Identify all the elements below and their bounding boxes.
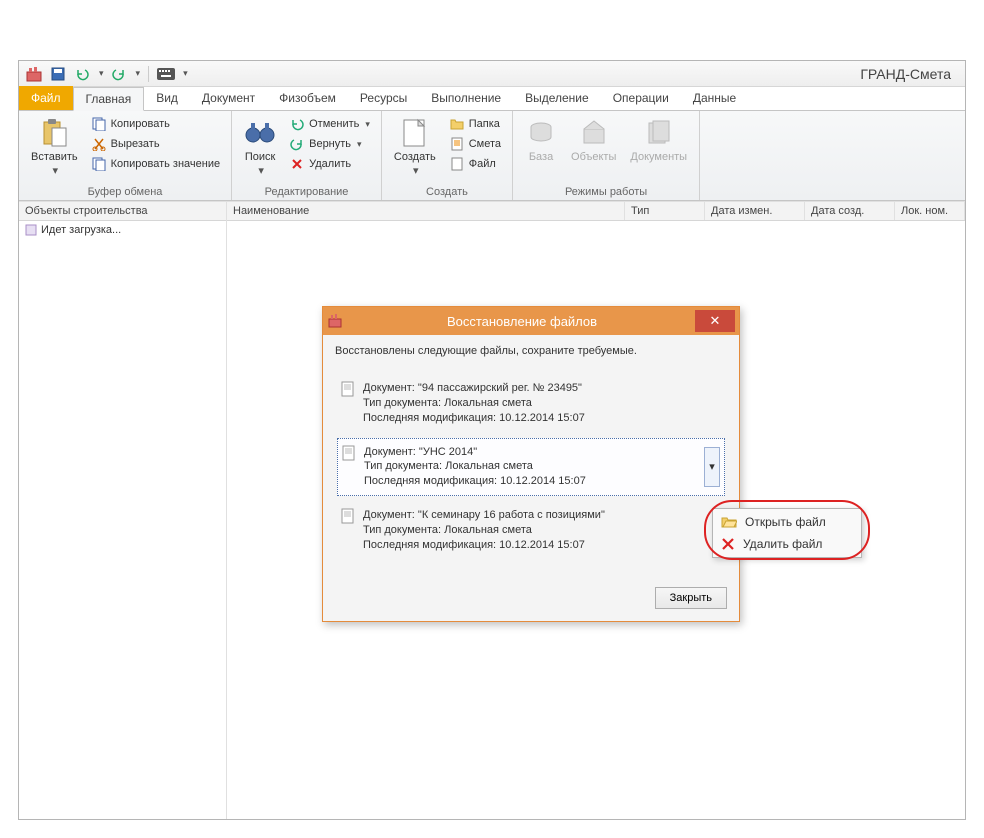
loading-item: Идет загрузка... [19,221,226,239]
dialog-title: Восстановление файлов [349,314,695,329]
loading-icon [25,224,37,236]
doc-icon [342,445,356,461]
expand-dropdown[interactable]: ▾ [704,447,720,487]
base-button: База [521,115,561,165]
col-loc[interactable]: Лок. ном. [895,202,965,220]
estimate-button[interactable]: Смета [446,135,504,153]
left-pane-header: Объекты строительства [19,202,226,221]
document-item-selected[interactable]: Документ: "УНС 2014" Тип документа: Лока… [337,438,725,497]
tab-selection[interactable]: Выделение [513,86,601,110]
column-headers: Наименование Тип Дата измен. Дата созд. … [227,202,965,221]
search-button[interactable]: Поиск ▾ [240,115,280,179]
restore-files-dialog: Восстановление файлов ✕ Восстановлены сл… [322,306,740,622]
cut-icon [91,136,107,152]
binoculars-icon [244,117,276,149]
col-type[interactable]: Тип [625,202,705,220]
dialog-message: Восстановлены следующие файлы, сохраните… [335,345,727,357]
document-item[interactable]: Документ: "94 пассажирский рег. № 23495"… [337,375,725,432]
col-modified[interactable]: Дата измен. [705,202,805,220]
group-clipboard: Вставить ▾ Копировать Вырезать Копироват… [19,111,232,200]
redo-small-icon [289,136,305,152]
group-editing-label: Редактирование [240,184,373,198]
undo-dropdown[interactable]: ▾ [99,68,104,79]
tab-main[interactable]: Главная [73,87,145,111]
copy-icon [91,116,107,132]
tab-operations[interactable]: Операции [601,86,681,110]
group-editing: Поиск ▾ Отменить▾ Вернуть▾ Удалить Редак… [232,111,382,200]
document-item[interactable]: Документ: "К семинару 16 работа с позици… [337,502,725,559]
save-icon[interactable] [49,65,67,83]
context-delete-file[interactable]: Удалить файл [715,533,859,555]
doc-icon [341,381,355,397]
dialog-close-button[interactable]: ✕ [695,310,735,332]
col-name[interactable]: Наименование [227,202,625,220]
copy-button[interactable]: Копировать [88,115,223,133]
qat-customize[interactable]: ▾ [183,68,188,79]
paste-button[interactable]: Вставить ▾ [27,115,82,179]
folder-button[interactable]: Папка [446,115,504,133]
dialog-close-footer-button[interactable]: Закрыть [655,587,727,609]
base-icon [525,117,557,149]
copy-value-icon [91,156,107,172]
group-modes-label: Режимы работы [521,184,691,198]
tab-fizobem[interactable]: Физобъем [267,86,348,110]
document-list: Документ: "94 пассажирский рег. № 23495"… [335,365,727,569]
undo-button[interactable]: Отменить▾ [286,115,373,133]
dialog-titlebar: Восстановление файлов ✕ [323,307,739,335]
redo-dropdown[interactable]: ▾ [136,68,141,79]
redo-button[interactable]: Вернуть▾ [286,135,373,153]
redo-icon[interactable] [110,65,128,83]
group-modes: База Объекты Документы Режимы работы [513,111,700,200]
quick-access-toolbar: ▾ ▾ ▾ ГРАНД-Смета [19,61,965,87]
tab-execution[interactable]: Выполнение [419,86,513,110]
context-menu: Открыть файл Удалить файл [712,508,862,558]
file-icon [449,156,465,172]
file-tab[interactable]: Файл [19,86,73,110]
group-create-label: Создать [390,184,504,198]
estimate-icon [449,136,465,152]
documents-icon [643,117,675,149]
objects-button: Объекты [567,115,620,165]
group-create: Создать ▾ Папка Смета Файл Создать [382,111,513,200]
paste-label: Вставить [31,151,78,163]
open-folder-icon [721,515,737,529]
tab-view[interactable]: Вид [144,86,190,110]
delete-button[interactable]: Удалить [286,155,373,173]
delete-x-icon [721,537,735,551]
documents-button: Документы [626,115,691,165]
paste-icon [38,117,70,149]
undo-small-icon [289,116,305,132]
tab-document[interactable]: Документ [190,86,267,110]
dialog-icon [327,313,343,329]
objects-icon [578,117,610,149]
folder-icon [449,116,465,132]
group-clipboard-label: Буфер обмена [27,184,223,198]
app-icon[interactable] [25,65,43,83]
copy-value-button[interactable]: Копировать значение [88,155,223,173]
tab-data[interactable]: Данные [681,86,748,110]
keyboard-icon[interactable] [157,65,175,83]
ribbon-tabstrip: Файл Главная Вид Документ Физобъем Ресур… [19,87,965,111]
context-open-file[interactable]: Открыть файл [715,511,859,533]
col-created[interactable]: Дата созд. [805,202,895,220]
ribbon-body: Вставить ▾ Копировать Вырезать Копироват… [19,111,965,201]
new-doc-icon [399,117,431,149]
cut-button[interactable]: Вырезать [88,135,223,153]
create-button[interactable]: Создать ▾ [390,115,440,179]
doc-icon [341,508,355,524]
tab-resources[interactable]: Ресурсы [348,86,419,110]
left-pane: Объекты строительства Идет загрузка... [19,202,227,819]
file-button[interactable]: Файл [446,155,504,173]
undo-icon[interactable] [73,65,91,83]
delete-icon [289,156,305,172]
app-title: ГРАНД-Смета [860,66,959,82]
